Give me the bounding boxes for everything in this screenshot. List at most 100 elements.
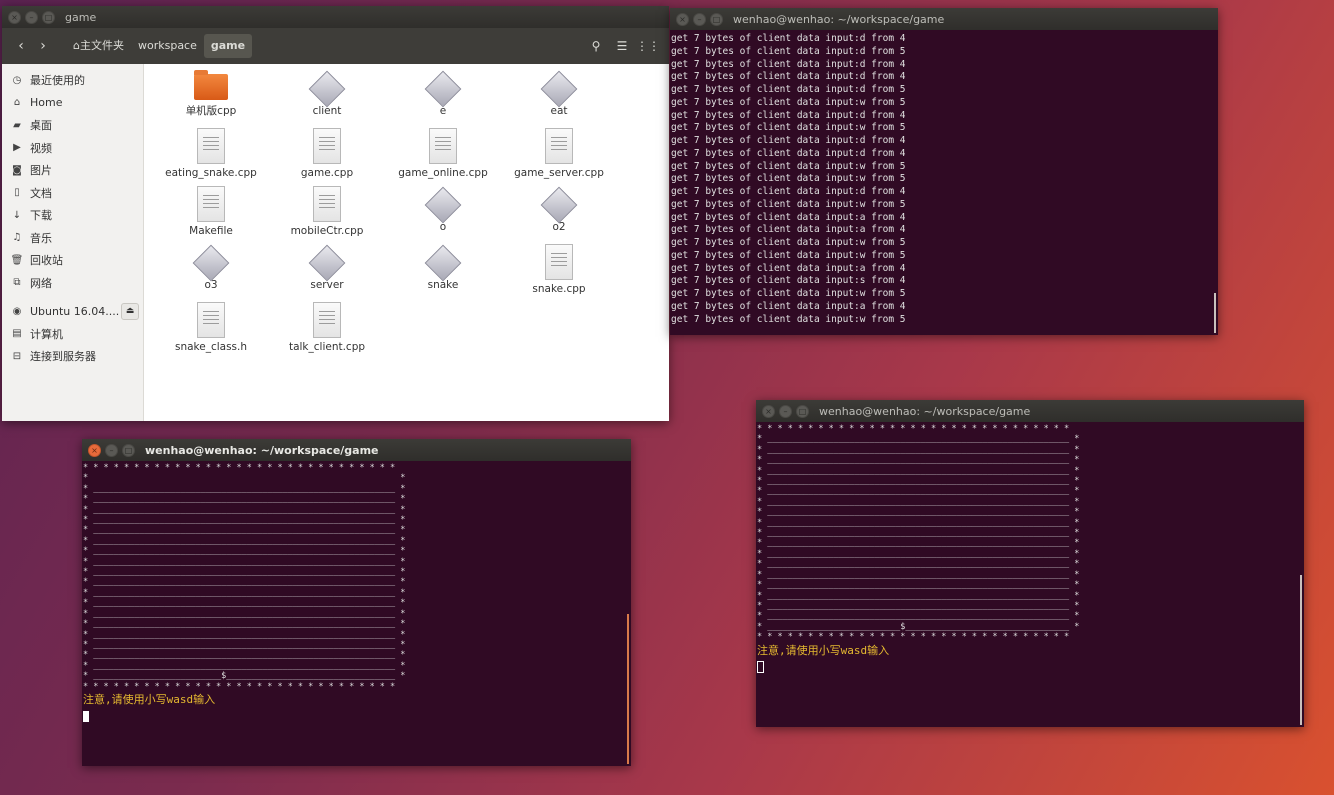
minimize-icon[interactable]: –: [779, 404, 792, 418]
board-row: * * * * * * * * * * * * * * * * * * * * …: [757, 424, 1070, 434]
close-icon[interactable]: ×: [762, 404, 775, 418]
file-item[interactable]: snake: [385, 244, 501, 302]
minimize-icon[interactable]: –: [105, 443, 118, 457]
text-file-icon: [545, 128, 573, 164]
file-item[interactable]: game_server.cpp: [501, 128, 617, 186]
server-connect-icon: ⊟: [12, 350, 22, 362]
terminal-cursor: [83, 710, 89, 722]
home-icon: ⌂: [13, 97, 21, 109]
scrollbar[interactable]: [627, 614, 629, 764]
game-board[interactable]: * * * * * * * * * * * * * * * * * * * * …: [756, 422, 1304, 643]
board-row: * ______________________________________…: [757, 528, 1080, 539]
file-item[interactable]: e: [385, 70, 501, 128]
close-icon[interactable]: ×: [676, 12, 689, 26]
music-icon: ♫: [12, 232, 22, 244]
sidebar-item-desktop[interactable]: ▰ 桌面: [2, 114, 143, 137]
grid-view-icon[interactable]: ⋮⋮: [635, 39, 661, 53]
log-line: get 7 bytes of client data input:w from …: [671, 122, 906, 134]
maximize-icon[interactable]: □: [796, 404, 809, 418]
sidebar-item-videos[interactable]: ▶ 视频: [2, 137, 143, 160]
file-item[interactable]: o3: [153, 244, 269, 302]
file-manager-toolbar: ‹ › ⌂主文件夹 workspace game ⚲ ☰ ⋮⋮: [2, 28, 669, 64]
file-item[interactable]: snake_class.h: [153, 302, 269, 360]
sidebar-item-music[interactable]: ♫ 音乐: [2, 227, 143, 250]
log-line: get 7 bytes of client data input:w from …: [671, 249, 906, 261]
sidebar-item-pictures[interactable]: ◙ 图片: [2, 159, 143, 182]
board-row: * ______________________________________…: [757, 590, 1080, 601]
file-item[interactable]: game.cpp: [269, 128, 385, 186]
window-title: wenhao@wenhao: ~/workspace/game: [145, 443, 379, 457]
breadcrumb-game[interactable]: game: [203, 34, 253, 58]
sidebar-item-downloads[interactable]: ↓ 下载: [2, 204, 143, 227]
file-item[interactable]: game_online.cpp: [385, 128, 501, 186]
breadcrumb-home[interactable]: ⌂主文件夹: [66, 34, 131, 58]
forward-button[interactable]: ›: [32, 38, 54, 54]
file-item[interactable]: snake.cpp: [501, 244, 617, 302]
file-name: game.cpp: [300, 167, 354, 179]
breadcrumb-workspace[interactable]: workspace: [131, 34, 204, 58]
file-item[interactable]: o: [385, 186, 501, 244]
input-notice: 注意,请使用小写wasd输入: [83, 692, 216, 706]
file-item[interactable]: eating_snake.cpp: [153, 128, 269, 186]
sidebar-item-documents[interactable]: ▯ 文档: [2, 182, 143, 205]
file-item[interactable]: client: [269, 70, 385, 128]
sidebar-item-trash[interactable]: 🗑 回收站: [2, 249, 143, 272]
minimize-icon[interactable]: –: [25, 10, 38, 24]
game-board[interactable]: * * * * * * * * * * * * * * * * * * * * …: [82, 461, 631, 692]
log-line: get 7 bytes of client data input:d from …: [671, 186, 906, 197]
file-item[interactable]: o2: [501, 186, 617, 244]
board-row: * ______________________________________…: [83, 650, 406, 661]
terminal-titlebar[interactable]: × – □ wenhao@wenhao: ~/workspace/game: [82, 439, 631, 461]
sidebar-item-home[interactable]: ⌂ Home: [2, 92, 143, 115]
close-icon[interactable]: ×: [88, 443, 101, 457]
board-row: * ______________________________________…: [757, 559, 1080, 570]
board-row: * ______________________________________…: [757, 538, 1080, 549]
close-icon[interactable]: ×: [8, 10, 21, 24]
sidebar-item-connect-server[interactable]: ⊟ 连接到服务器: [2, 345, 143, 368]
list-view-icon[interactable]: ☰: [609, 39, 635, 53]
file-item[interactable]: eat: [501, 70, 617, 128]
log-line: get 7 bytes of client data input:w from …: [671, 313, 906, 325]
maximize-icon[interactable]: □: [42, 10, 55, 24]
terminal-titlebar[interactable]: × – □ wenhao@wenhao: ~/workspace/game: [670, 8, 1218, 30]
file-item[interactable]: server: [269, 244, 385, 302]
file-manager-titlebar[interactable]: × – □ game: [2, 6, 669, 28]
board-row: * ______________________________________…: [757, 569, 1080, 580]
sidebar-item-network[interactable]: ⧉ 网络: [2, 272, 143, 295]
file-name: mobileCtr.cpp: [290, 225, 364, 237]
board-row: * ______________________________________…: [757, 465, 1080, 476]
board-row: * * * * * * * * * * * * * * * * * * * * …: [83, 463, 396, 473]
video-icon: ▶: [13, 142, 21, 154]
file-name: snake_class.h: [174, 341, 248, 353]
terminal-output[interactable]: get 7 bytes of client data input:d from …: [670, 30, 1218, 326]
scrollbar[interactable]: [1214, 293, 1216, 333]
search-icon[interactable]: ⚲: [583, 39, 609, 53]
text-file-icon: [197, 302, 225, 338]
sidebar-item-recent[interactable]: ◷ 最近使用的: [2, 69, 143, 92]
sidebar-item-ubuntu-drive[interactable]: ◉ Ubuntu 16.04.... ⏏: [2, 300, 143, 323]
maximize-icon[interactable]: □: [122, 443, 135, 457]
log-line: get 7 bytes of client data input:s from …: [671, 275, 906, 287]
text-file-icon: [429, 128, 457, 164]
board-row: * ______________________________________…: [757, 444, 1080, 455]
file-item[interactable]: Makefile: [153, 186, 269, 244]
board-row: * _________________________$____________…: [83, 671, 406, 682]
maximize-icon[interactable]: □: [710, 12, 723, 26]
eject-icon[interactable]: ⏏: [121, 302, 139, 320]
window-title: wenhao@wenhao: ~/workspace/game: [733, 12, 945, 26]
terminal-titlebar[interactable]: × – □ wenhao@wenhao: ~/workspace/game: [756, 400, 1304, 422]
file-name: Makefile: [189, 225, 233, 237]
file-item[interactable]: mobileCtr.cpp: [269, 186, 385, 244]
file-item[interactable]: talk_client.cpp: [269, 302, 385, 360]
text-file-icon: [545, 244, 573, 280]
scrollbar[interactable]: [1300, 575, 1302, 725]
log-line: get 7 bytes of client data input:a from …: [671, 300, 906, 312]
minimize-icon[interactable]: –: [693, 12, 706, 26]
file-name: game_online.cpp: [398, 167, 488, 179]
back-button[interactable]: ‹: [10, 38, 32, 54]
sidebar-item-computer[interactable]: ▤ 计算机: [2, 323, 143, 346]
file-item[interactable]: 单机版cpp: [153, 70, 269, 128]
log-line: get 7 bytes of client data input:d from …: [671, 135, 906, 146]
board-row: * ______________________________________…: [83, 587, 406, 598]
log-line: get 7 bytes of client data input:w from …: [671, 198, 906, 210]
